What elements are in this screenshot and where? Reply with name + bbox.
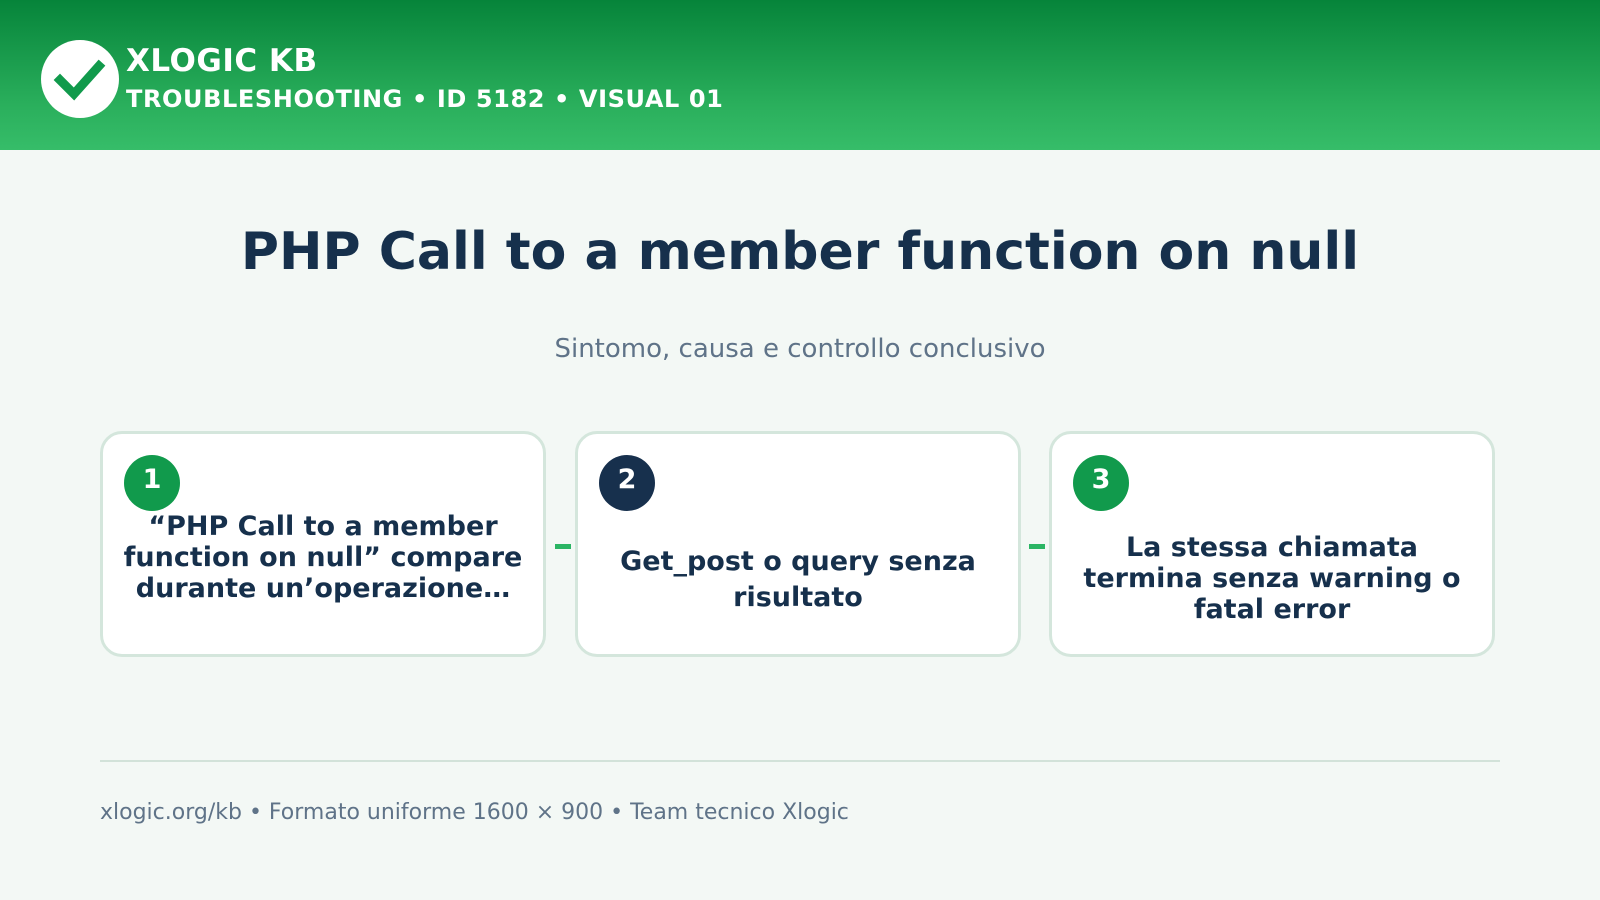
step-card-3: 3 La stessa chiamata termina senza warni… xyxy=(1049,431,1495,657)
step-card-2: 2 Get_post o query senza risultato xyxy=(575,431,1021,657)
kb-visual: XLOGIC KB TROUBLESHOOTING • ID 5182 • VI… xyxy=(0,0,1600,900)
step-connector xyxy=(1029,544,1045,549)
brand-subtitle: TROUBLESHOOTING • ID 5182 • VISUAL 01 xyxy=(126,85,724,113)
footer-divider xyxy=(100,760,1500,762)
logo xyxy=(41,40,119,118)
page-title: PHP Call to a member function on null xyxy=(240,222,1360,282)
step-number-badge: 1 xyxy=(124,455,180,511)
step-text: “PHP Call to a member function on null” … xyxy=(123,511,523,604)
page-subtitle: Sintomo, causa e controllo conclusivo xyxy=(554,334,1046,364)
brand-title: XLOGIC KB xyxy=(126,43,318,79)
header-banner: XLOGIC KB TROUBLESHOOTING • ID 5182 • VI… xyxy=(0,0,1600,150)
footer-text: xlogic.org/kb • Formato uniforme 1600 × … xyxy=(100,800,849,825)
step-number-badge: 2 xyxy=(599,455,655,511)
step-number-badge: 3 xyxy=(1073,455,1129,511)
checkmark-icon xyxy=(53,59,106,101)
step-connector xyxy=(555,544,571,549)
step-text: Get_post o query senza risultato xyxy=(620,546,976,613)
step-card-1: 1 “PHP Call to a member function on null… xyxy=(100,431,546,657)
step-text: La stessa chiamata termina senza warning… xyxy=(1083,532,1461,625)
